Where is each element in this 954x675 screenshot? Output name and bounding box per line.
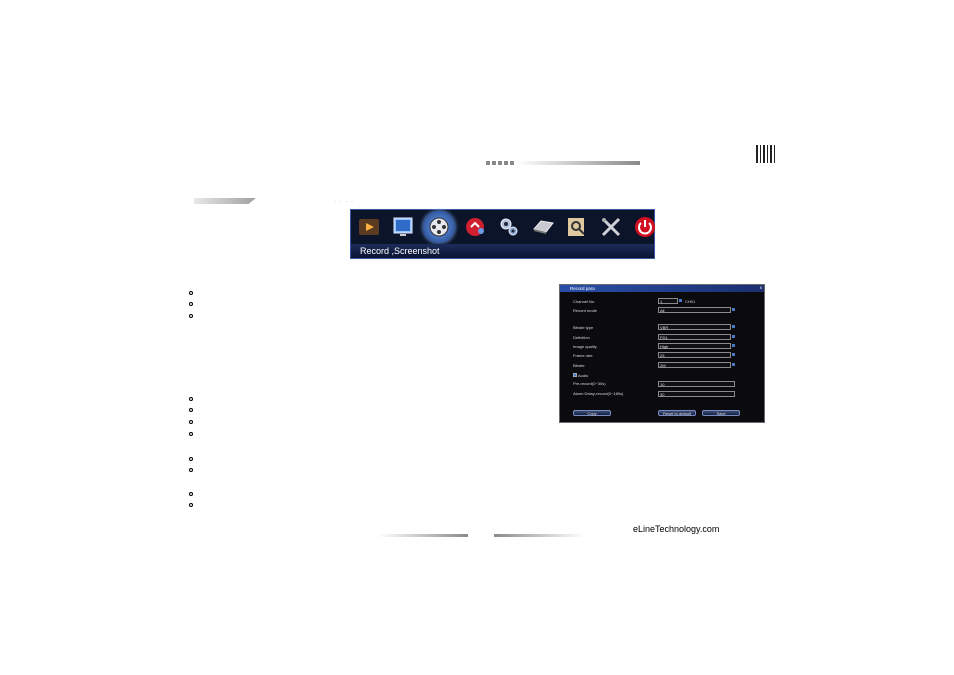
bullet-marker [189, 302, 193, 306]
bullet-marker [189, 503, 193, 507]
chevron-down-icon[interactable] [679, 299, 682, 302]
menu-selected-label: Record ,Screenshot [351, 244, 654, 258]
footer-brand: eLineTechnology.com [633, 524, 720, 534]
chevron-down-icon[interactable] [732, 353, 735, 356]
system-gears-icon[interactable] [495, 213, 523, 241]
alarm-icon[interactable] [461, 213, 489, 241]
reset-default-button[interactable]: Reset to default [658, 410, 696, 416]
save-button[interactable]: Save [702, 410, 740, 416]
definition-label: Definition [573, 335, 590, 340]
record-para-dialog: Record para x Channel No. 1 CH01 Record … [559, 284, 765, 423]
channel-select[interactable]: 1 [658, 298, 678, 304]
header-dash-decoration [486, 161, 514, 165]
bitrate-type-label: Bitrate type [573, 325, 594, 330]
frame-rate-label: Frame rate [573, 353, 593, 358]
close-icon[interactable]: x [760, 285, 762, 290]
audio-checkbox[interactable] [573, 373, 577, 377]
power-icon[interactable] [631, 213, 659, 241]
bullet-marker [189, 468, 193, 472]
bitrate-type-select[interactable]: VBR [658, 324, 731, 330]
bullet-marker [189, 457, 193, 461]
header-vertical-bars [756, 145, 775, 163]
tools-icon[interactable] [597, 213, 625, 241]
chevron-down-icon[interactable] [732, 344, 735, 347]
dialog-title: Record para [560, 285, 764, 292]
header-gradient-bar [516, 161, 640, 165]
video-play-icon[interactable] [355, 213, 383, 241]
record-mode-label: Record mode [573, 308, 598, 313]
footer-bar-left [378, 534, 468, 537]
audio-label: Audio [578, 373, 589, 378]
chevron-down-icon[interactable] [732, 335, 735, 338]
bullet-marker [189, 492, 193, 496]
chevron-down-icon[interactable] [732, 308, 735, 311]
main-menu-strip: Record ,Screenshot [350, 209, 655, 259]
copy-button[interactable]: Copy [573, 410, 611, 416]
definition-select[interactable]: FD1 [658, 334, 731, 340]
channel-name: CH01 [685, 299, 696, 304]
bullet-marker [189, 408, 193, 412]
footer-bar-right [494, 534, 584, 537]
bitrate-select[interactable]: 2M [658, 362, 731, 368]
alarm-delay-label: Alarm Delay-record(0~180s) [573, 391, 624, 396]
channel-label: Channel No. [573, 299, 596, 304]
alarm-delay-input[interactable]: 30 [658, 391, 735, 397]
image-quality-select[interactable]: High [658, 343, 731, 349]
search-icon[interactable] [563, 213, 591, 241]
film-reel-icon[interactable] [423, 211, 455, 243]
record-mode-select[interactable]: All [658, 307, 731, 313]
prerecord-input[interactable]: 10 [658, 381, 735, 387]
bullet-marker [189, 432, 193, 436]
bullet-marker [189, 420, 193, 424]
monitor-icon[interactable] [389, 213, 417, 241]
bullet-marker [189, 291, 193, 295]
image-quality-label: Image quality [573, 344, 597, 349]
chevron-down-icon[interactable] [732, 363, 735, 366]
bullet-marker [189, 397, 193, 401]
chevron-down-icon[interactable] [732, 325, 735, 328]
section-marker-dots: · · · · [334, 199, 354, 205]
frame-rate-select[interactable]: 25 [658, 352, 731, 358]
bullet-marker [189, 314, 193, 318]
prerecord-label: Pre-record(0~30s) [573, 381, 606, 386]
bitrate-label: Bitrate [573, 363, 585, 368]
section-marker-bar [194, 198, 256, 204]
hard-disk-icon[interactable] [529, 213, 557, 241]
